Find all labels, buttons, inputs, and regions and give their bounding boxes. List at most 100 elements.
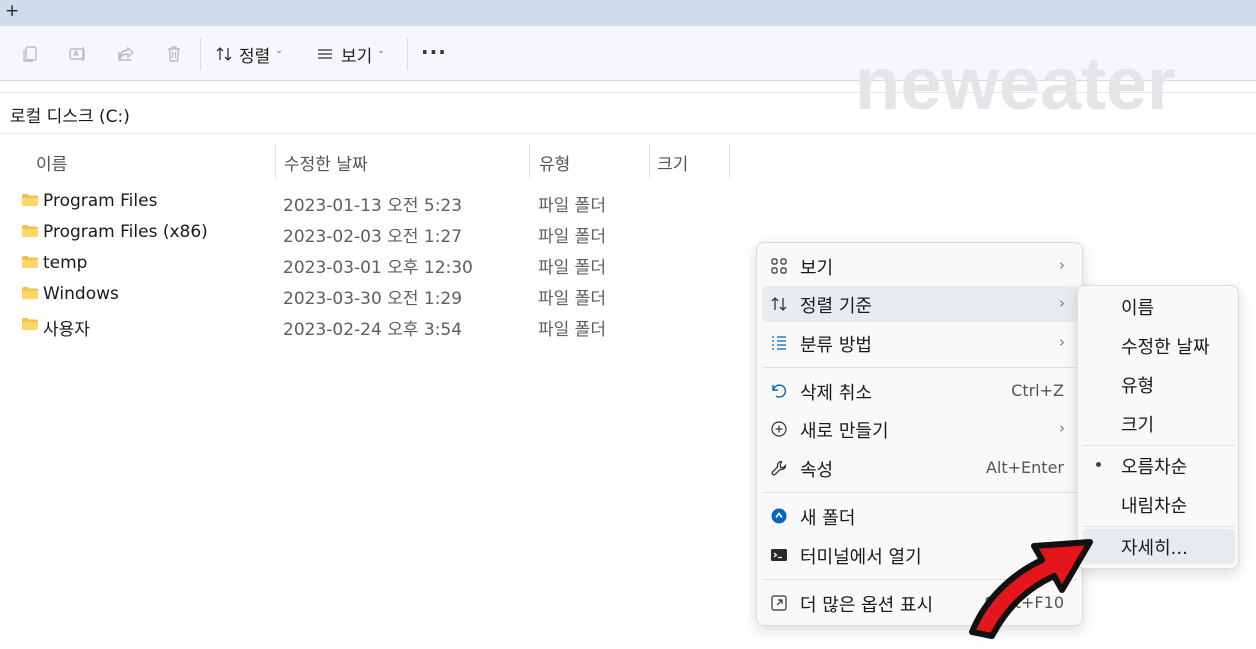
- annotation-arrow-icon: [969, 539, 1093, 639]
- submenu-item-label: 수정한 날짜: [1121, 337, 1210, 358]
- column-divider[interactable]: [529, 143, 530, 179]
- sort-icon: [216, 47, 232, 61]
- tab-strip: +: [0, 0, 1256, 26]
- menu-separator: [1083, 445, 1235, 446]
- chevron-right-icon: ›: [1059, 256, 1065, 274]
- file-type: 파일 폴더: [538, 227, 606, 247]
- menu-item-group-by[interactable]: 분류 방법 ›: [762, 325, 1079, 361]
- file-type: 파일 폴더: [538, 258, 606, 278]
- view-icon: [318, 49, 332, 59]
- submenu-item-type[interactable]: 유형: [1083, 367, 1235, 402]
- submenu-item-date[interactable]: 수정한 날짜: [1083, 328, 1235, 363]
- sort-icon: [771, 297, 787, 311]
- menu-item-new[interactable]: 새로 만들기 ›: [762, 411, 1079, 447]
- more-options-button[interactable]: ···: [421, 40, 447, 64]
- submenu-item-label: 유형: [1121, 376, 1155, 397]
- undo-icon: [772, 384, 787, 398]
- add-circle-icon: [771, 421, 787, 437]
- sort-submenu: 이름 수정한 날짜 유형 크기 오름차순 내림차순 자세히...: [1077, 285, 1239, 569]
- file-date: 2023-03-30 오전 1:29: [283, 289, 463, 309]
- sort-label: 정렬: [239, 46, 271, 67]
- file-name: Windows: [43, 284, 119, 304]
- table-row[interactable]: Program Files 2023-01-13 오전 5:23 파일 폴더: [0, 191, 740, 221]
- view-label: 보기: [341, 46, 373, 67]
- sort-button[interactable]: 정렬 ⌄: [215, 40, 283, 68]
- menu-item-label: 더 많은 옵션 표시: [800, 595, 934, 616]
- address-bar[interactable]: 로컬 디스크 (C:): [0, 92, 1256, 134]
- chevron-right-icon: ›: [1059, 294, 1065, 312]
- menu-item-label: 보기: [800, 258, 834, 279]
- table-row[interactable]: Program Files (x86) 2023-02-03 오전 1:27 파…: [0, 222, 740, 252]
- rename-icon[interactable]: [68, 44, 88, 64]
- chevron-right-icon: ›: [1059, 419, 1065, 437]
- menu-item-properties[interactable]: 속성 Alt+Enter: [762, 450, 1079, 486]
- column-divider[interactable]: [729, 143, 730, 179]
- toolbar-divider: [407, 38, 408, 70]
- menu-item-label: 정렬 기준: [800, 296, 872, 317]
- menu-item-label: 새 폴더: [800, 508, 856, 529]
- file-date: 2023-02-24 오후 3:54: [283, 320, 463, 340]
- file-name: temp: [43, 253, 88, 273]
- terminal-icon: [771, 549, 787, 561]
- share-icon[interactable]: [116, 44, 136, 64]
- menu-item-label: 터미널에서 열기: [800, 547, 922, 568]
- menu-item-label: 삭제 취소: [800, 383, 872, 404]
- grid-icon: [771, 258, 787, 274]
- folder-icon: [22, 256, 38, 268]
- submenu-item-label: 자세히...: [1121, 538, 1188, 559]
- address-path: 로컬 디스크 (C:): [10, 107, 130, 127]
- submenu-item-label: 크기: [1121, 415, 1155, 436]
- table-row[interactable]: 사용자 2023-02-24 오후 3:54 파일 폴더: [0, 315, 740, 345]
- copy-icon[interactable]: [20, 44, 40, 64]
- new-tab-button[interactable]: +: [5, 1, 19, 21]
- menu-separator: [1083, 526, 1235, 527]
- column-header-date[interactable]: 수정한 날짜: [284, 150, 368, 175]
- submenu-item-more[interactable]: 자세히...: [1083, 529, 1235, 564]
- toolbar-divider: [200, 38, 201, 70]
- column-divider[interactable]: [649, 143, 650, 179]
- file-type: 파일 폴더: [538, 289, 606, 309]
- file-name: 사용자: [43, 320, 90, 340]
- shortcut-label: Alt+Enter: [985, 458, 1064, 477]
- column-header-name[interactable]: 이름: [36, 150, 67, 175]
- folder-icon: [22, 194, 38, 206]
- chevron-down-icon: ⌄: [275, 46, 283, 56]
- menu-item-view[interactable]: 보기 ›: [762, 248, 1079, 284]
- command-bar: 정렬 ⌄ 보기 ⌄ ··· neweater: [0, 26, 1256, 124]
- view-button[interactable]: 보기 ⌄: [316, 40, 385, 68]
- file-name: Program Files (x86): [43, 222, 208, 242]
- file-date: 2023-01-13 오전 5:23: [283, 196, 463, 216]
- menu-item-label: 속성: [800, 460, 834, 481]
- table-row[interactable]: Windows 2023-03-30 오전 1:29 파일 폴더: [0, 284, 740, 314]
- column-divider[interactable]: [275, 143, 276, 179]
- new-folder-icon: [771, 508, 787, 524]
- submenu-item-size[interactable]: 크기: [1083, 406, 1235, 441]
- menu-item-undo[interactable]: 삭제 취소 Ctrl+Z: [762, 373, 1079, 409]
- file-date: 2023-03-01 오후 12:30: [283, 258, 473, 278]
- folder-icon: [22, 225, 38, 237]
- column-header-size[interactable]: 크기: [657, 150, 688, 175]
- selected-bullet-icon: [1096, 462, 1101, 467]
- chevron-down-icon: ⌄: [377, 46, 385, 56]
- menu-item-sort-by[interactable]: 정렬 기준 ›: [762, 286, 1079, 322]
- file-type: 파일 폴더: [538, 196, 606, 216]
- submenu-item-name[interactable]: 이름: [1083, 289, 1235, 324]
- submenu-item-ascending[interactable]: 오름차순: [1083, 448, 1235, 483]
- group-list-icon: [772, 336, 786, 350]
- menu-item-label: 새로 만들기: [800, 421, 889, 442]
- file-type: 파일 폴더: [538, 320, 606, 340]
- table-row[interactable]: temp 2023-03-01 오후 12:30 파일 폴더: [0, 253, 740, 283]
- folder-icon: [22, 287, 38, 299]
- file-name: Program Files: [43, 191, 158, 211]
- submenu-item-label: 내림차순: [1121, 496, 1188, 517]
- folder-icon: [22, 318, 38, 330]
- delete-icon[interactable]: [164, 44, 184, 64]
- submenu-item-label: 이름: [1121, 298, 1155, 319]
- submenu-item-label: 오름차순: [1121, 457, 1188, 478]
- shortcut-label: Ctrl+Z: [1011, 381, 1064, 400]
- submenu-item-descending[interactable]: 내림차순: [1083, 487, 1235, 522]
- chevron-right-icon: ›: [1059, 333, 1065, 351]
- menu-separator: [763, 367, 1078, 368]
- column-header-type[interactable]: 유형: [539, 150, 570, 175]
- menu-item-label: 분류 방법: [800, 335, 872, 356]
